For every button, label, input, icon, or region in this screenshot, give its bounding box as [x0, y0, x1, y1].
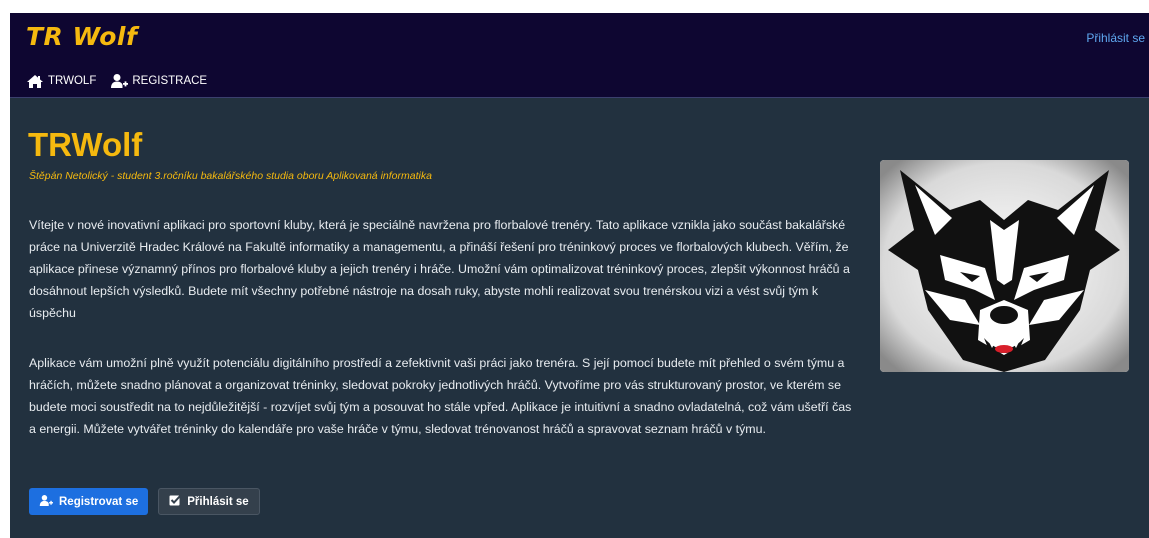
main-nav: TRWOLF REGISTRACE — [26, 73, 221, 89]
wolf-logo — [880, 160, 1129, 372]
register-button-label: Registrovat se — [59, 495, 139, 508]
user-add-icon — [39, 494, 53, 510]
nav-item-label: TRWOLF — [48, 75, 97, 87]
register-button[interactable]: Registrovat se — [29, 488, 149, 515]
user-add-icon — [110, 73, 129, 89]
nav-item-trwolf[interactable]: TRWOLF — [26, 74, 96, 89]
action-buttons: Registrovat se Přihlásit se — [29, 488, 260, 515]
top-navbar: TR Wolf Přihlásit se TRWOLF REGISTRACE — [10, 13, 1149, 98]
author-subtitle: Štěpán Netolický - student 3.ročníku bak… — [29, 170, 432, 182]
home-icon — [26, 74, 44, 89]
nav-item-label: REGISTRACE — [132, 75, 208, 87]
login-button-label: Přihlásit se — [187, 495, 249, 508]
login-link[interactable]: Přihlásit se — [1086, 31, 1145, 45]
check-square-icon — [169, 494, 182, 509]
page-title: TRWolf — [28, 126, 143, 163]
features-paragraph: Aplikace vám umožní plně využít potenciá… — [29, 356, 852, 436]
login-button[interactable]: Přihlásit se — [158, 488, 260, 515]
nav-item-registrace[interactable]: REGISTRACE — [110, 73, 207, 89]
hero-section: TRWolf Štěpán Netolický - student 3.ročn… — [10, 98, 1149, 538]
brand-logo[interactable]: TR Wolf — [26, 22, 137, 51]
intro-paragraph: Vítejte v nové inovativní aplikaci pro s… — [29, 218, 850, 320]
wolf-image — [880, 160, 1129, 372]
